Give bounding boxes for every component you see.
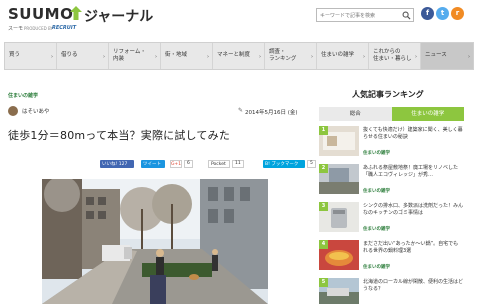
ranking-item-2[interactable]: 2 あふれる祭屋敷地祭！廃工場をリノベした「職人エコヴィレッジ」が秀… 住まいの…	[319, 164, 464, 198]
nav-label: 借りる	[61, 52, 78, 59]
nav-label: ニュース	[425, 52, 447, 59]
twitter-icon[interactable]: t	[436, 7, 449, 20]
nav-label: 調査・ ランキング	[269, 48, 297, 62]
chevron-right-icon: ›	[468, 54, 470, 60]
search-box	[316, 8, 414, 22]
nav-item-research[interactable]: 調査・ ランキング ›	[265, 43, 317, 69]
nav-label: 住まいの雑学	[321, 52, 355, 59]
nav-item-news[interactable]: ニュース ›	[421, 43, 473, 69]
article-title: 徒歩1分＝80mって本当？実際に試してみた	[8, 129, 231, 142]
nav-label: マネーと制度	[217, 52, 251, 59]
nav-item-trivia[interactable]: 住まいの雑学 ›	[317, 43, 369, 69]
search-input[interactable]	[320, 10, 402, 21]
nav-item-money[interactable]: マネーと制度 ›	[213, 43, 265, 69]
ranking-tabs: 総合 住まいの雑学	[319, 107, 464, 121]
ranking-number: 4	[319, 240, 328, 249]
logo-by-text: PRODUCED BY	[24, 26, 53, 31]
hatena-bookmark-button[interactable]: B! ブックマーク	[263, 160, 305, 168]
search-icon[interactable]	[402, 11, 411, 20]
gplus-button[interactable]: G+1	[170, 160, 182, 168]
chevron-right-icon: ›	[51, 54, 53, 60]
nav-label: リフォーム・ 内装	[113, 48, 146, 62]
logo-sub-text: スーモ	[8, 26, 24, 32]
avatar	[8, 106, 18, 116]
street-photo-illustration	[42, 179, 268, 304]
ranking-text: 抜くても快適だけ）建築家に聞く、美しく暮らせる住まいの秘訣	[363, 127, 463, 140]
chevron-right-icon: ›	[259, 54, 261, 60]
ranking-number: 2	[319, 164, 328, 173]
tab-trivia[interactable]: 住まいの雑学	[391, 107, 464, 121]
nav-item-future[interactable]: これからの 住まい・暮らし ›	[369, 43, 421, 69]
logo-journal-text: ジャーナル	[84, 9, 154, 25]
pocket-count: 11	[232, 160, 244, 168]
pencil-icon: ✎	[238, 107, 244, 114]
ranking-number: 3	[319, 202, 328, 211]
facebook-like-button[interactable]: いいね! 127	[100, 160, 134, 168]
logo-suumo-text: SUUMO	[8, 5, 74, 23]
author-name: はそいあや	[22, 109, 50, 115]
ranking-text: まださだ出い“あったか〜い鍋”。自宅でもれる世界の鍋料理3選	[363, 241, 459, 254]
chevron-right-icon: ›	[155, 54, 157, 60]
author-info[interactable]: はそいあや	[8, 105, 50, 117]
article-date: 2014年5月16日 (金)	[245, 110, 298, 116]
chevron-right-icon: ›	[311, 54, 313, 60]
suumo-journal-logo[interactable]: SUUMO ジャーナル スーモ PRODUCED BY RECRUIT	[8, 5, 158, 35]
nav-label: 街・地域	[165, 52, 188, 59]
tweet-button[interactable]: ツイート	[141, 160, 165, 168]
chevron-right-icon: ›	[207, 54, 209, 60]
nav-item-town[interactable]: 街・地域 ›	[161, 43, 213, 69]
logo-recruit-text: RECRUIT	[52, 25, 77, 31]
logo-arrow-icon	[70, 6, 82, 20]
ranking-item-3[interactable]: 3 シンクの排水口、多数派は洗剤だった！みんなのキッチンのゴミ事情は 住まいの雑…	[319, 202, 464, 236]
chevron-right-icon: ›	[103, 54, 105, 60]
ranking-title: 人気記事ランキング	[352, 90, 424, 99]
ranking-category: 住まいの雑学	[363, 189, 390, 194]
ranking-item-4[interactable]: 4 まださだ出い“あったか〜い鍋”。自宅でもれる世界の鍋料理3選 住まいの雑学	[319, 240, 464, 274]
ranking-text: あふれる祭屋敷地祭！廃工場をリノベした「職人エコヴィレッジ」が秀…	[363, 165, 459, 178]
facebook-icon[interactable]: f	[421, 7, 434, 20]
ranking-text: シンクの排水口、多数派は洗剤だった！みんなのキッチンのゴミ事情は	[363, 203, 464, 216]
nav-label: これからの 住まい・暮らし	[373, 48, 412, 62]
nav-item-buy[interactable]: 買う ›	[5, 43, 57, 69]
article-photo	[42, 179, 268, 304]
tab-overall[interactable]: 総合	[319, 107, 392, 121]
site-header: SUUMO ジャーナル スーモ PRODUCED BY RECRUIT f t …	[0, 0, 480, 40]
article-category[interactable]: 住まいの雑学	[8, 92, 38, 99]
ranking-category: 住まいの雑学	[363, 151, 390, 156]
rss-icon[interactable]: r	[451, 7, 464, 20]
ranking-category: 住まいの雑学	[363, 265, 390, 270]
ranking-number: 5	[319, 278, 328, 287]
ranking-number: 1	[319, 126, 328, 135]
nav-item-rent[interactable]: 借りる ›	[57, 43, 109, 69]
chevron-right-icon: ›	[363, 54, 365, 60]
ranking-item-1[interactable]: 1 抜くても快適だけ）建築家に聞く、美しく暮らせる住まいの秘訣 住まいの雑学	[319, 126, 464, 160]
chevron-right-icon: ›	[415, 54, 417, 60]
pocket-button[interactable]: Pocket	[208, 160, 230, 168]
ranking-item-5[interactable]: 5 北海道のローカル線が閑散、便利の生活はどうなる？	[319, 278, 464, 304]
ranking-category: 住まいの雑学	[363, 227, 390, 232]
gplus-count: 6	[184, 160, 193, 168]
hatena-count: 5	[307, 160, 316, 168]
nav-item-reform[interactable]: リフォーム・ 内装 ›	[109, 43, 161, 69]
global-nav: 買う › 借りる › リフォーム・ 内装 › 街・地域 › マネーと制度 › 調査・ ラン…	[4, 42, 474, 70]
nav-label: 買う	[9, 52, 21, 59]
ranking-text: 北海道のローカル線が閑散、便利の生活はどうなる？	[363, 279, 464, 292]
